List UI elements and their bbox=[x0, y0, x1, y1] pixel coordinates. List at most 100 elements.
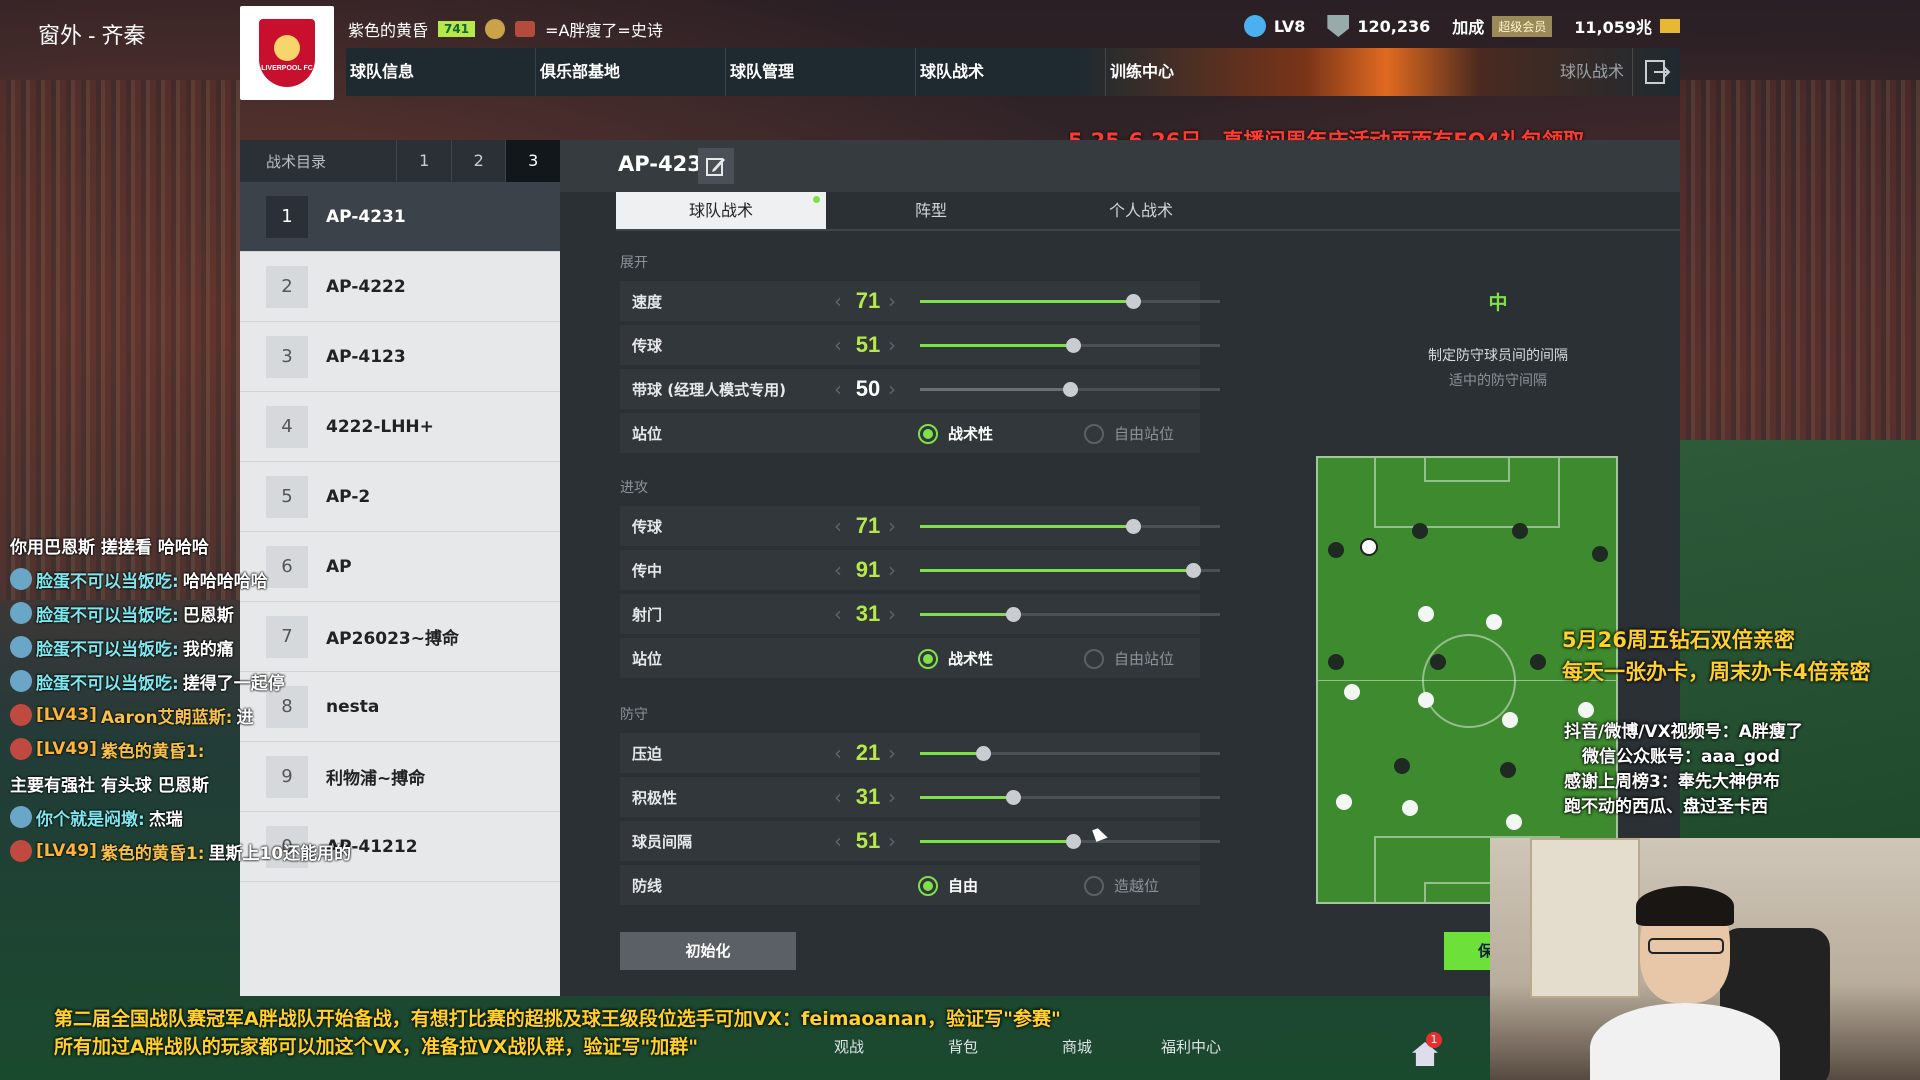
increase-arrow-icon[interactable]: › bbox=[888, 333, 896, 357]
radio-option-label: 自由站位 bbox=[1114, 650, 1175, 668]
team-player[interactable] bbox=[1578, 702, 1594, 718]
tab-formation[interactable]: 阵型 bbox=[826, 192, 1036, 230]
team-player[interactable] bbox=[1344, 684, 1360, 700]
tactic-item[interactable]: 2 AP-4222 bbox=[240, 252, 560, 322]
slider-track[interactable] bbox=[920, 382, 1220, 397]
increase-arrow-icon[interactable]: › bbox=[888, 602, 896, 626]
slider-knob[interactable] bbox=[1066, 834, 1081, 849]
chat-level: [LV49] bbox=[36, 739, 97, 759]
setting-description: 制定防守球员间的间隔 bbox=[1428, 348, 1568, 364]
decrease-arrow-icon[interactable]: ‹ bbox=[834, 377, 842, 401]
increase-arrow-icon[interactable]: › bbox=[888, 785, 896, 809]
tab-team-tactics[interactable]: 球队战术 bbox=[616, 192, 826, 230]
increase-arrow-icon[interactable]: › bbox=[888, 514, 896, 538]
radio-label: 站位 bbox=[632, 425, 663, 443]
tab-individual-tactics[interactable]: 个人战术 bbox=[1036, 192, 1246, 230]
live-chat: 你用巴恩斯 搓搓看 哈哈哈 脸蛋不可以当饭吃: 哈哈哈哈哈 脸蛋不可以当饭吃: 巴恩… bbox=[10, 528, 370, 868]
slider-knob[interactable] bbox=[1006, 790, 1021, 805]
decrease-arrow-icon[interactable]: ‹ bbox=[834, 514, 842, 538]
slider-knob[interactable] bbox=[1186, 563, 1201, 578]
tactic-item-name: AP-2 bbox=[326, 486, 371, 507]
radio-selected-icon bbox=[918, 423, 938, 444]
promo-line: 每天一张办卡，周末办卡4倍亲密 bbox=[1562, 660, 1871, 684]
radio-free-position[interactable]: 自由站位 bbox=[1084, 423, 1174, 444]
team-player[interactable] bbox=[1336, 794, 1352, 810]
decrease-arrow-icon[interactable]: ‹ bbox=[834, 602, 842, 626]
opponent-player bbox=[1328, 654, 1344, 670]
slider-fill bbox=[920, 344, 1073, 347]
chat-level: [LV43] bbox=[36, 705, 97, 725]
increase-arrow-icon[interactable]: › bbox=[888, 289, 896, 313]
decrease-arrow-icon[interactable]: ‹ bbox=[834, 829, 842, 853]
decrease-arrow-icon[interactable]: ‹ bbox=[834, 558, 842, 582]
bottom-nav-welfare[interactable]: 福利中心 bbox=[1134, 1036, 1248, 1066]
decrease-arrow-icon[interactable]: ‹ bbox=[834, 289, 842, 313]
increase-arrow-icon[interactable]: › bbox=[888, 558, 896, 582]
nav-team-info[interactable]: 球队信息 bbox=[346, 48, 536, 96]
chat-username: 脸蛋不可以当饭吃: bbox=[36, 639, 179, 660]
team-player[interactable] bbox=[1418, 606, 1434, 622]
radio-option-label: 战术性 bbox=[948, 650, 994, 668]
slider-knob[interactable] bbox=[1063, 382, 1078, 397]
slider-track[interactable] bbox=[920, 563, 1220, 578]
player-level-badge: 741 bbox=[438, 21, 476, 37]
nav-team-tactics[interactable]: 球队战术 bbox=[916, 48, 1106, 96]
decrease-arrow-icon[interactable]: ‹ bbox=[834, 333, 842, 357]
page-tab-1[interactable]: 1 bbox=[396, 140, 451, 182]
slider-label: 积极性 bbox=[632, 789, 678, 807]
radio-free-position[interactable]: 自由站位 bbox=[1084, 648, 1174, 669]
radio-tactical[interactable]: 战术性 bbox=[918, 648, 993, 669]
nav-club-base[interactable]: 俱乐部基地 bbox=[536, 48, 726, 96]
nav-training-center[interactable]: 训练中心 bbox=[1106, 48, 1296, 96]
decrease-arrow-icon[interactable]: ‹ bbox=[834, 741, 842, 765]
team-player[interactable] bbox=[1502, 712, 1518, 728]
reset-button[interactable]: 初始化 bbox=[620, 932, 796, 970]
slider-knob[interactable] bbox=[1126, 294, 1141, 309]
slider-track[interactable] bbox=[920, 834, 1220, 849]
page-tab-3[interactable]: 3 bbox=[505, 140, 561, 182]
tactic-item[interactable]: 3 AP-4123 bbox=[240, 322, 560, 392]
team-player[interactable] bbox=[1486, 614, 1502, 630]
slider-track[interactable] bbox=[920, 746, 1220, 761]
slider-knob[interactable] bbox=[1006, 607, 1021, 622]
increase-arrow-icon[interactable]: › bbox=[888, 741, 896, 765]
slider-track[interactable] bbox=[920, 790, 1220, 805]
increase-arrow-icon[interactable]: › bbox=[888, 829, 896, 853]
slider-knob[interactable] bbox=[1066, 338, 1081, 353]
slider-knob[interactable] bbox=[976, 746, 991, 761]
club-logo[interactable]: LIVERPOOL FC bbox=[240, 6, 334, 100]
page-tab-2[interactable]: 2 bbox=[450, 140, 506, 182]
chat-username: 脸蛋不可以当饭吃: bbox=[36, 571, 179, 592]
tactic-item-number: 2 bbox=[266, 265, 308, 308]
slider-track[interactable] bbox=[920, 519, 1220, 534]
chat-message: [LV49] 紫色的黄昏1: bbox=[10, 732, 370, 766]
increase-arrow-icon[interactable]: › bbox=[888, 377, 896, 401]
slider-track[interactable] bbox=[920, 294, 1220, 309]
slider-track[interactable] bbox=[920, 607, 1220, 622]
tactic-item-name: AP-4231 bbox=[326, 206, 406, 227]
radio-free-line[interactable]: 自由 bbox=[918, 875, 978, 896]
slider-track[interactable] bbox=[920, 338, 1220, 353]
tactic-item[interactable]: 1 AP-4231 bbox=[240, 182, 560, 252]
exit-button[interactable] bbox=[1632, 48, 1680, 96]
team-player[interactable] bbox=[1402, 800, 1418, 816]
opponent-player bbox=[1328, 542, 1344, 558]
rename-button[interactable] bbox=[698, 148, 734, 184]
radio-tactical[interactable]: 战术性 bbox=[918, 423, 993, 444]
team-player[interactable] bbox=[1418, 692, 1434, 708]
vip-badge[interactable]: 超级会员 bbox=[1492, 15, 1553, 37]
radio-offside-trap[interactable]: 造越位 bbox=[1084, 875, 1159, 896]
radio-unselected-icon bbox=[1084, 648, 1104, 669]
tactic-item[interactable]: 5 AP-2 bbox=[240, 462, 560, 532]
goal-box-top bbox=[1424, 458, 1510, 482]
tactic-item-number: 5 bbox=[266, 475, 308, 518]
decrease-arrow-icon[interactable]: ‹ bbox=[834, 785, 842, 809]
panel-header: AP-4231 bbox=[560, 140, 1680, 192]
bonus-label[interactable]: 加成 bbox=[1452, 14, 1484, 38]
slider-knob[interactable] bbox=[1126, 519, 1141, 534]
tactic-item-name: AP-4222 bbox=[326, 276, 406, 297]
tactic-item-number: 4 bbox=[266, 405, 308, 448]
tactic-item[interactable]: 4 4222-LHH+ bbox=[240, 392, 560, 462]
nav-team-management[interactable]: 球队管理 bbox=[726, 48, 916, 96]
team-player[interactable] bbox=[1506, 814, 1522, 830]
